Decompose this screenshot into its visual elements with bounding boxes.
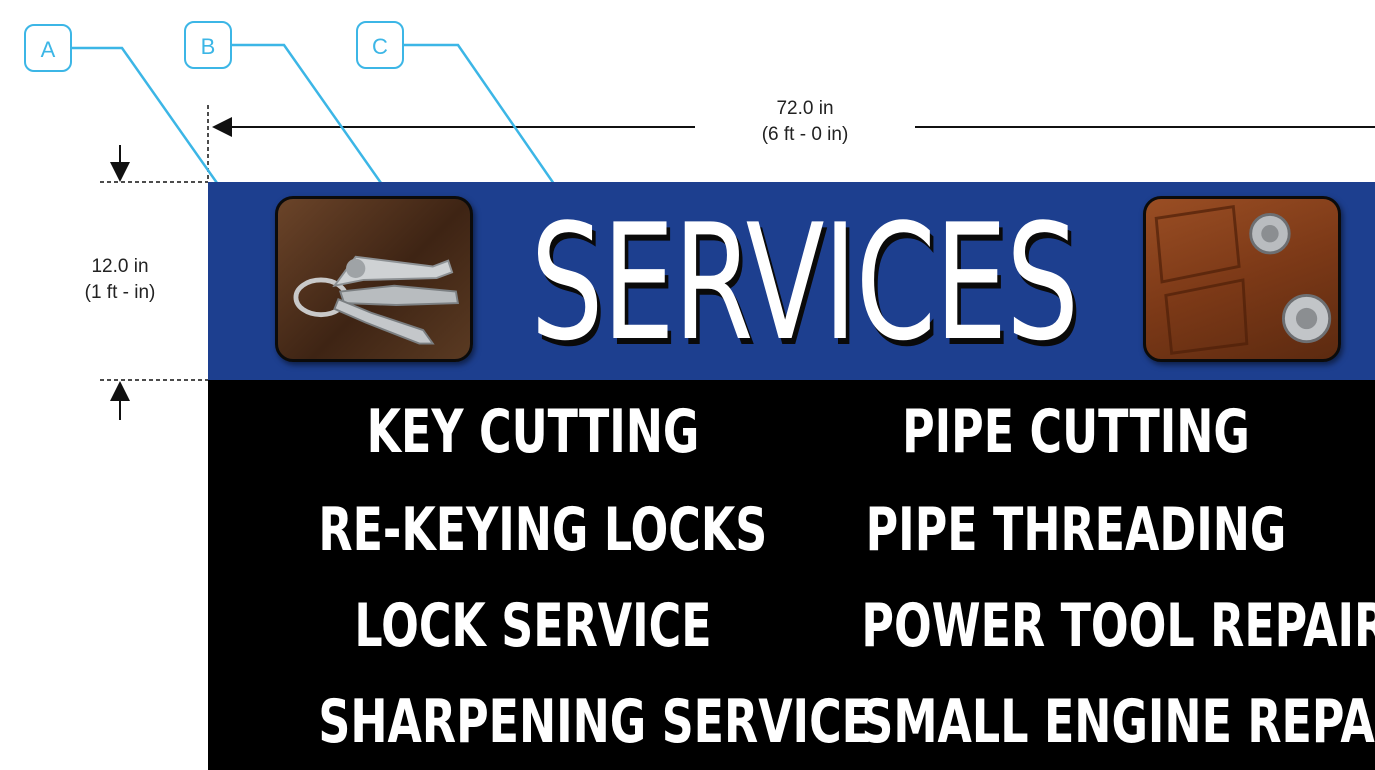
service-pipe-cutting: PIPE CUTTING	[902, 397, 1250, 467]
keys-photo	[275, 196, 473, 362]
callout-c: C	[356, 21, 404, 69]
width-dimension-label: 72.0 in (6 ft - 0 in)	[700, 96, 910, 148]
service-lock-service: LOCK SERVICE	[354, 591, 712, 661]
door-lock-photo	[1143, 196, 1341, 362]
callout-a: A	[24, 24, 72, 72]
service-key-cutting: KEY CUTTING	[366, 397, 700, 467]
service-rekeying-locks: RE-KEYING LOCKS	[318, 495, 768, 565]
service-sharpening-service: SHARPENING SERVICE	[318, 687, 873, 757]
sign-body: KEY CUTTING RE-KEYING LOCKS LOCK SERVICE…	[208, 380, 1375, 770]
services-title: SERVICES	[530, 189, 1079, 376]
height-dimension-feet: (1 ft - in)	[84, 282, 156, 303]
door-lock-icon	[1154, 205, 1332, 355]
height-dimension-inches: 12.0 in	[91, 256, 149, 277]
sign-banner: SERVICES	[208, 182, 1375, 380]
height-dimension-label: 12.0 in (1 ft - in)	[52, 254, 188, 306]
service-power-tool-repair: POWER TOOL REPAIR	[861, 591, 1375, 661]
width-dimension-feet: (6 ft - 0 in)	[761, 124, 849, 145]
keys-icon	[293, 255, 459, 345]
width-dimension-inches: 72.0 in	[776, 98, 834, 119]
service-small-engine-repair: SMALL ENGINE REPAIR	[861, 687, 1375, 757]
service-pipe-threading: PIPE THREADING	[865, 495, 1287, 565]
callout-b: B	[184, 21, 232, 69]
